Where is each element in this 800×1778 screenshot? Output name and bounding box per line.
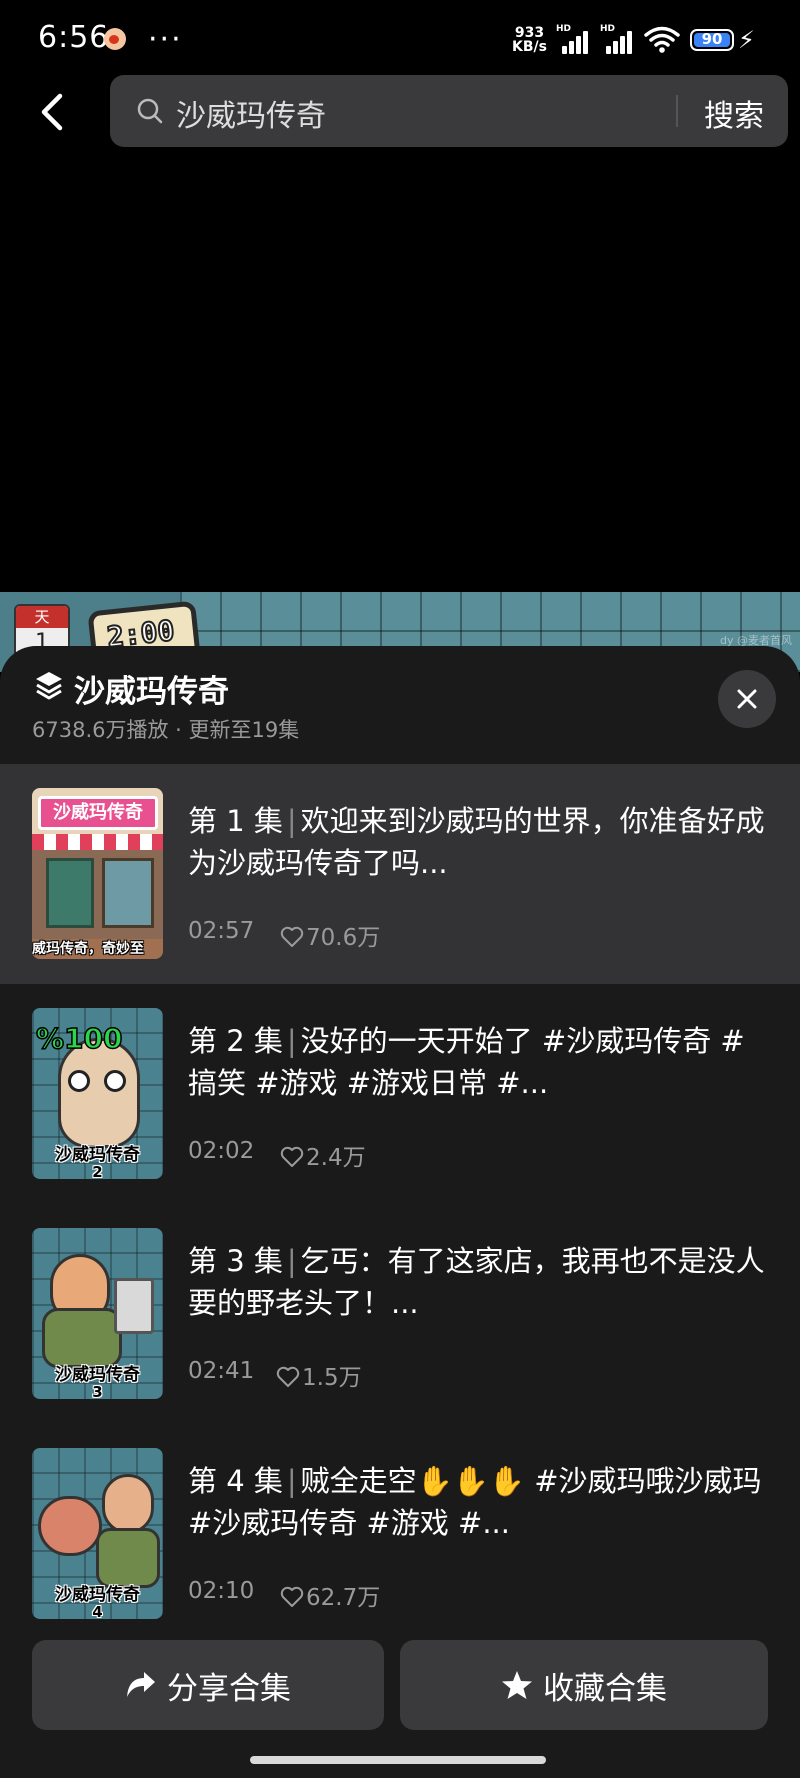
home-indicator[interactable] [250,1756,546,1764]
collection-meta: 6738.6万播放 · 更新至19集 [32,718,300,742]
signal-2-icon: HD [600,24,638,54]
share-collection-button[interactable]: 分享合集 [32,1640,384,1730]
episode-title: 第 2 集 | 没好的一天开始了 #沙威玛传奇 #搞笑 #游戏 #游戏日常 #... [188,1024,745,1100]
episode-item-4[interactable]: 沙威玛传奇 4 第 4 集 | 贼全走空✋✋✋ #沙威玛哦沙威玛 #沙威玛传奇 #游戏… [0,1424,800,1644]
battery-icon: 90 [690,29,734,51]
episode-thumbnail: 沙威玛传奇 威玛传奇，奇妙至 [32,788,163,959]
episode-title: 第 1 集 | 欢迎来到沙威玛的世界，你准备好成为沙威玛传奇了吗... [188,804,765,880]
favorite-collection-button[interactable]: 收藏合集 [400,1640,768,1730]
episode-likes: 62.7万 [280,1578,380,1612]
episode-title: 第 3 集 | 乞丐：有了这家店，我再也不是没人要的野老头了！... [188,1244,765,1320]
likes-count: 62.7万 [306,1585,381,1611]
episode-item-3[interactable]: 沙威玛传奇 3 第 3 集 | 乞丐：有了这家店，我再也不是没人要的野老头了！... … [0,1204,800,1424]
episode-number: 第 1 集 [188,804,283,838]
thumbnail-caption: 沙威玛传奇 4 [32,1585,163,1620]
episode-duration: 02:10 [188,1578,255,1604]
heart-icon [280,1146,304,1167]
heart-icon [276,1366,300,1387]
share-arrow-icon [127,1672,155,1697]
episode-item-1[interactable]: 沙威玛传奇 威玛传奇，奇妙至 第 1 集 | 欢迎来到沙威玛的世界，你准备好成为沙威… [0,764,800,984]
episode-duration: 02:57 [188,918,255,944]
net-speed: 933 KB/s [512,26,547,54]
collection-sheet: 沙威玛传奇 6738.6万播放 · 更新至19集 沙威玛传奇 威玛传奇，奇妙至 … [0,646,800,1778]
search-input[interactable]: 沙威玛传奇 [176,91,326,135]
net-speed-value: 933 [514,25,545,41]
heart-icon [280,1586,304,1607]
back-button[interactable] [30,84,80,140]
signal-1-icon: HD [556,24,594,54]
episode-likes: 70.6万 [280,918,380,952]
battery-level: 90 [701,30,723,48]
thief-face [38,1496,102,1556]
episode-number: 第 3 集 [188,1244,283,1278]
back-arrow-icon [41,93,63,131]
episode-item-2[interactable]: %100 沙威玛传奇 2 第 2 集 | 没好的一天开始了 #沙威玛传奇 #搞笑 #游… [0,984,800,1204]
more-dots-icon: ··· [148,22,183,57]
likes-count: 1.5万 [302,1365,362,1391]
collection-layers-icon [36,672,62,700]
episode-duration: 02:41 [188,1358,255,1384]
caption-text: 沙威玛传奇 [55,1145,140,1165]
caption-text: 沙威玛传奇 [55,1585,140,1605]
episode-duration: 02:02 [188,1138,255,1164]
episode-thumbnail: %100 沙威玛传奇 2 [32,1008,163,1179]
share-label: 分享合集 [167,1670,291,1707]
caption-number: 4 [92,1603,103,1620]
health-percent: %100 [35,1021,123,1056]
hd-label: HD [600,24,616,34]
episode-thumbnail: 沙威玛传奇 3 [32,1228,163,1399]
status-bar: 6:56 ··· 933 KB/s HD HD 90 ⚡ [0,0,800,80]
episode-title: 第 4 集 | 贼全走空✋✋✋ #沙威玛哦沙威玛 #沙威玛传奇 #游戏 #... [188,1464,762,1540]
close-icon [737,689,757,709]
weibo-icon [104,28,126,50]
shop-sign: 沙威玛传奇 [38,796,158,830]
close-button[interactable] [718,670,776,728]
episode-likes: 2.4万 [280,1138,366,1172]
heart-icon [280,926,304,947]
hd-label: HD [556,24,572,34]
favorite-label: 收藏合集 [543,1670,667,1707]
status-time: 6:56 [38,20,110,55]
likes-count: 70.6万 [306,925,381,951]
episode-number: 第 4 集 [188,1464,283,1498]
thumbnail-caption: 沙威玛传奇 2 [32,1145,163,1180]
calendar-label: 天 [34,608,50,626]
search-box[interactable]: 沙威玛传奇 搜索 [110,75,788,147]
thumbnail-caption: 威玛传奇，奇妙至 [32,941,144,957]
search-button[interactable]: 搜索 [704,91,764,135]
caption-number: 3 [92,1383,103,1400]
search-divider [676,95,678,127]
episode-likes: 1.5万 [276,1358,362,1392]
episode-thumbnail: 沙威玛传奇 4 [32,1448,163,1619]
star-icon [502,1671,532,1699]
collection-title: 沙威玛传奇 [74,674,229,710]
caption-number: 2 [92,1163,103,1180]
search-icon [137,98,163,124]
caption-text: 沙威玛传奇 [55,1365,140,1385]
thumbnail-caption: 沙威玛传奇 3 [32,1365,163,1400]
likes-count: 2.4万 [306,1145,366,1171]
net-speed-unit: KB/s [512,39,547,55]
episode-number: 第 2 集 [188,1024,283,1058]
charging-bolt-icon: ⚡ [738,26,755,54]
wifi-icon [644,26,680,53]
